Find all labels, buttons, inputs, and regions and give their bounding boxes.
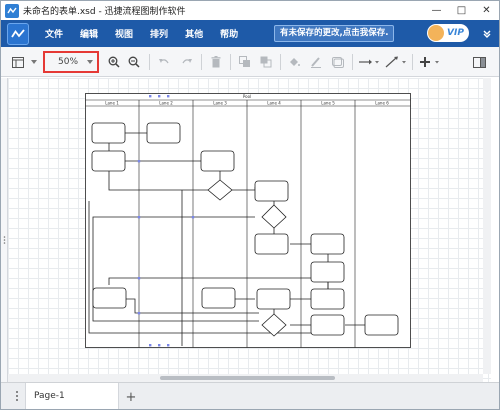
format-panel-icon[interactable]	[10, 54, 26, 70]
menu-other[interactable]: 其他	[185, 27, 203, 40]
horizontal-scroll-thumb[interactable]	[160, 376, 335, 380]
menu-help[interactable]: 帮助	[220, 27, 238, 40]
maximize-button[interactable]: □	[449, 1, 474, 20]
process-box[interactable]	[254, 180, 289, 202]
page-tab-label: Page-1	[34, 391, 65, 401]
fullscreen-icon[interactable]	[471, 54, 487, 70]
selection-handle[interactable]	[149, 95, 152, 98]
vip-badge[interactable]: VIP	[427, 24, 469, 42]
process-box[interactable]	[256, 288, 291, 310]
to-front-icon[interactable]	[237, 54, 253, 70]
selection-handle[interactable]	[167, 344, 170, 347]
vertical-scrollbar[interactable]	[483, 78, 491, 374]
zoom-out-icon[interactable]	[126, 54, 142, 70]
horizontal-scrollbar[interactable]	[8, 374, 483, 382]
vip-label: VIP	[447, 28, 464, 38]
zoom-dropdown-icon	[87, 60, 94, 64]
close-button[interactable]: ✕	[474, 1, 499, 20]
sidebar-collapse-handle[interactable]	[1, 78, 8, 382]
selection-handle[interactable]	[191, 216, 195, 219]
window-controls: — □ ✕	[424, 1, 499, 20]
to-back-icon[interactable]	[258, 54, 274, 70]
window-title: 未命名的表单.xsd - 迅捷流程图制作软件	[23, 7, 186, 17]
menu-edit[interactable]: 编辑	[80, 27, 98, 40]
insert-icon[interactable]	[418, 54, 442, 70]
lane-5-header[interactable]: Lane 5	[321, 100, 335, 105]
shadow-icon[interactable]	[330, 54, 346, 70]
process-box[interactable]	[91, 150, 126, 172]
app-menu-logo-icon[interactable]	[7, 22, 29, 45]
pages-menu-icon[interactable]	[12, 389, 22, 403]
selection-handle[interactable]	[167, 95, 170, 98]
app-window: 未命名的表单.xsd - 迅捷流程图制作软件 — □ ✕ 文件 编辑 视图 排列…	[0, 0, 500, 410]
dot	[16, 399, 18, 401]
page-tab-1[interactable]: Page-1	[25, 383, 119, 409]
toolbar-divider	[149, 54, 150, 70]
page-bar: Page-1 +	[1, 382, 499, 409]
process-box[interactable]	[92, 287, 127, 309]
add-page-button[interactable]: +	[124, 390, 138, 405]
minimize-button[interactable]: —	[424, 1, 449, 20]
toolbar-divider	[352, 54, 353, 70]
menu-arrange[interactable]: 排列	[150, 27, 168, 40]
selection-handle[interactable]	[158, 95, 161, 98]
selection-handle[interactable]	[137, 160, 141, 163]
lane-2-header[interactable]: Lane 2	[159, 100, 173, 105]
menu-bar: 文件 编辑 视图 排列 其他 帮助 有未保存的更改,点击我保存. VIP	[1, 20, 499, 47]
unsaved-changes-button[interactable]: 有未保存的更改,点击我保存.	[274, 25, 395, 42]
line-color-icon[interactable]	[308, 54, 324, 70]
title-bar: 未命名的表单.xsd - 迅捷流程图制作软件 — □ ✕	[1, 1, 499, 20]
delete-icon[interactable]	[208, 54, 224, 70]
menu-file[interactable]: 文件	[45, 27, 63, 40]
process-box[interactable]	[146, 122, 181, 144]
selection-handle[interactable]	[149, 344, 152, 347]
lane-1-header[interactable]: Lane 1	[105, 100, 119, 105]
process-box[interactable]	[254, 233, 289, 255]
toolbar-divider	[412, 54, 413, 70]
swimlane-diagram[interactable]: Pool Lane 1 Lane 2 Lane 3 Lane 4 Lane 5 …	[85, 93, 415, 350]
process-box[interactable]	[310, 233, 345, 255]
format-dropdown-icon[interactable]	[29, 54, 38, 70]
process-box[interactable]	[200, 150, 235, 172]
menu-items: 文件 编辑 视图 排列 其他 帮助	[39, 27, 249, 40]
selection-handle[interactable]	[137, 277, 141, 280]
undo-icon[interactable]	[156, 54, 172, 70]
zoom-value: 50%	[58, 57, 79, 67]
process-box[interactable]	[201, 287, 236, 309]
toolbar: 50%	[1, 47, 499, 77]
zoom-in-icon[interactable]	[106, 54, 122, 70]
pool-title[interactable]: Pool	[243, 94, 251, 99]
vip-avatar-icon	[428, 25, 444, 41]
process-box[interactable]	[310, 261, 345, 283]
selection-handle[interactable]	[158, 344, 161, 347]
waypoint-icon[interactable]	[384, 54, 408, 70]
fill-color-icon[interactable]	[286, 54, 302, 70]
process-box[interactable]	[310, 288, 345, 310]
expand-menu-icon[interactable]	[479, 25, 495, 41]
toolbar-divider	[201, 54, 202, 70]
toolbar-divider	[230, 54, 231, 70]
selection-handle[interactable]	[137, 312, 141, 315]
process-box[interactable]	[310, 314, 345, 336]
menu-view[interactable]: 视图	[115, 27, 133, 40]
lane-4-header[interactable]: Lane 4	[267, 100, 281, 105]
lane-3-header[interactable]: Lane 3	[213, 100, 227, 105]
dot	[16, 395, 18, 397]
zoom-select[interactable]: 50%	[43, 51, 99, 73]
process-box[interactable]	[364, 314, 399, 336]
app-logo-icon	[5, 3, 19, 18]
process-box[interactable]	[91, 122, 126, 144]
selection-handle[interactable]	[137, 216, 141, 219]
toolbar-divider	[280, 54, 281, 70]
dot	[16, 391, 18, 393]
lane-6-header[interactable]: Lane 6	[375, 100, 389, 105]
diagram-canvas[interactable]: Pool Lane 1 Lane 2 Lane 3 Lane 4 Lane 5 …	[8, 78, 491, 382]
redo-icon[interactable]	[179, 54, 195, 70]
connection-icon[interactable]	[358, 54, 380, 70]
pool[interactable]	[85, 93, 411, 348]
